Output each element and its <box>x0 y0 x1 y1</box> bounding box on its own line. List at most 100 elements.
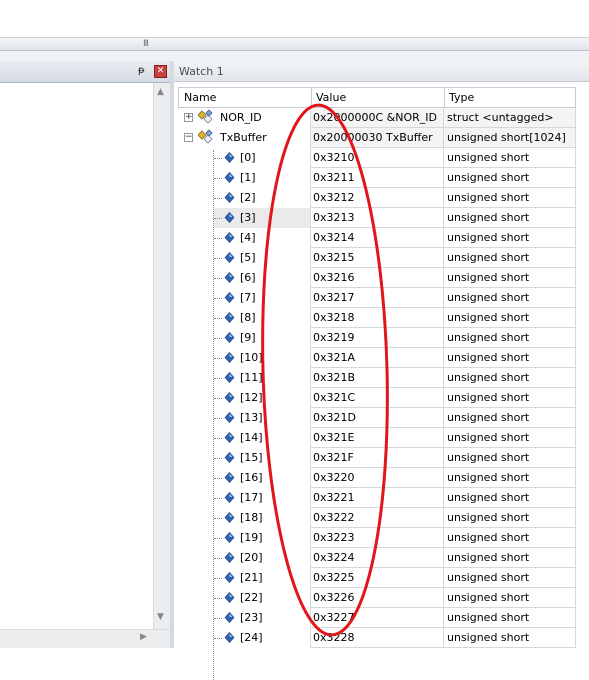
watch-value-cell[interactable]: 0x321F <box>310 448 443 468</box>
element-diamond-icon <box>224 152 235 163</box>
tree-branch-line <box>214 158 222 159</box>
watch-row[interactable]: [19] 0x3223 unsigned short <box>178 528 576 548</box>
watch-row[interactable]: [4] 0x3214 unsigned short <box>178 228 576 248</box>
scroll-down-icon[interactable]: ▼ <box>157 612 164 622</box>
watch-row[interactable]: [1] 0x3211 unsigned short <box>178 168 576 188</box>
watch-value-cell[interactable]: 0x3227 <box>310 608 443 628</box>
watch-value-cell[interactable]: 0x3221 <box>310 488 443 508</box>
watch-value-cell[interactable]: 0x3213 <box>310 208 443 228</box>
watch-value-cell[interactable]: 0x321E <box>310 428 443 448</box>
watch-row[interactable]: [7] 0x3217 unsigned short <box>178 288 576 308</box>
element-index: [19] <box>240 531 263 544</box>
watch-row[interactable]: [16] 0x3220 unsigned short <box>178 468 576 488</box>
element-index: [23] <box>240 611 263 624</box>
watch-value-cell[interactable]: 0x3212 <box>310 188 443 208</box>
watch-value-cell[interactable]: 0x321C <box>310 388 443 408</box>
splitter-grip-icon[interactable]: III <box>143 39 149 49</box>
watch-row[interactable]: [10] 0x321A unsigned short <box>178 348 576 368</box>
watch-row[interactable]: + NOR_ID 0x2000000C &NOR_ID struct <untagge… <box>178 108 576 128</box>
watch-row[interactable]: [3] 0x3213 unsigned short <box>178 208 576 228</box>
column-header-value[interactable]: Value <box>316 91 346 104</box>
element-index: [7] <box>240 291 256 304</box>
pin-icon[interactable]: ᵽ <box>138 65 145 76</box>
watch-value-cell[interactable]: 0x2000000C &NOR_ID <box>310 108 443 128</box>
watch-value-cell[interactable]: 0x3210 <box>310 148 443 168</box>
watch-type-cell: unsigned short <box>443 228 576 248</box>
scroll-up-icon[interactable]: ▲ <box>157 87 164 97</box>
tree-branch-line <box>214 238 222 239</box>
watch-name-cell: [8] <box>178 308 310 328</box>
watch-row[interactable]: [8] 0x3218 unsigned short <box>178 308 576 328</box>
element-index: [4] <box>240 231 256 244</box>
watch-row[interactable]: − TxBuffer 0x20000030 TxBuffer unsigned sho… <box>178 128 576 148</box>
watch-value-cell[interactable]: 0x3214 <box>310 228 443 248</box>
watch-row[interactable]: [9] 0x3219 unsigned short <box>178 328 576 348</box>
column-header-type[interactable]: Type <box>449 91 474 104</box>
left-horizontal-scrollbar[interactable]: ▶ <box>0 629 170 648</box>
watch-row[interactable]: [21] 0x3225 unsigned short <box>178 568 576 588</box>
watch-value-cell[interactable]: 0x3215 <box>310 248 443 268</box>
element-index: [18] <box>240 511 263 524</box>
left-vertical-scrollbar[interactable]: ▲ ▼ <box>153 83 170 629</box>
watch-value-cell[interactable]: 0x3226 <box>310 588 443 608</box>
left-panel-header: ᵽ ✕ <box>0 61 170 83</box>
watch-value-cell[interactable]: 0x3217 <box>310 288 443 308</box>
watch-row[interactable]: [22] 0x3226 unsigned short <box>178 588 576 608</box>
watch-value-cell[interactable]: 0x3218 <box>310 308 443 328</box>
element-diamond-icon <box>224 432 235 443</box>
watch-value-cell[interactable]: 0x3224 <box>310 548 443 568</box>
element-diamond-icon <box>224 332 235 343</box>
watch-row[interactable]: [12] 0x321C unsigned short <box>178 388 576 408</box>
horizontal-splitter[interactable]: III <box>0 37 589 51</box>
variable-name: TxBuffer <box>220 131 267 144</box>
watch-row[interactable]: [18] 0x3222 unsigned short <box>178 508 576 528</box>
watch-row[interactable]: [5] 0x3215 unsigned short <box>178 248 576 268</box>
watch-value-cell[interactable]: 0x321D <box>310 408 443 428</box>
watch-name-cell: [19] <box>178 528 310 548</box>
watch-name-cell: [1] <box>178 168 310 188</box>
element-index: [24] <box>240 631 263 644</box>
watch-row[interactable]: [24] 0x3228 unsigned short <box>178 628 576 648</box>
watch-value-cell[interactable]: 0x3220 <box>310 468 443 488</box>
watch-value-cell[interactable]: 0x3219 <box>310 328 443 348</box>
watch-row[interactable]: [15] 0x321F unsigned short <box>178 448 576 468</box>
watch-type-cell: unsigned short <box>443 468 576 488</box>
scroll-right-icon[interactable]: ▶ <box>140 632 147 642</box>
watch-row[interactable]: [11] 0x321B unsigned short <box>178 368 576 388</box>
watch-name-cell: [12] <box>178 388 310 408</box>
tree-branch-line <box>214 598 222 599</box>
expand-icon[interactable]: + <box>184 113 193 122</box>
watch-row[interactable]: [6] 0x3216 unsigned short <box>178 268 576 288</box>
left-panel-body <box>0 83 153 629</box>
watch-row[interactable]: [13] 0x321D unsigned short <box>178 408 576 428</box>
watch-value-cell[interactable]: 0x20000030 TxBuffer <box>310 128 443 148</box>
watch-type-cell: unsigned short[1024] <box>443 128 576 148</box>
watch-value-cell[interactable]: 0x3228 <box>310 628 443 648</box>
watch-value-cell[interactable]: 0x3223 <box>310 528 443 548</box>
watch-value-cell[interactable]: 0x3225 <box>310 568 443 588</box>
watch-row[interactable]: [20] 0x3224 unsigned short <box>178 548 576 568</box>
tree-branch-line <box>214 378 222 379</box>
tree-branch-line <box>214 178 222 179</box>
tree-branch-line <box>214 438 222 439</box>
watch-value-cell[interactable]: 0x321A <box>310 348 443 368</box>
watch-type-cell: unsigned short <box>443 348 576 368</box>
watch-type-cell: unsigned short <box>443 508 576 528</box>
watch-value-cell[interactable]: 0x3222 <box>310 508 443 528</box>
watch-type-cell: unsigned short <box>443 368 576 388</box>
watch-type-cell: unsigned short <box>443 528 576 548</box>
close-panel-button[interactable]: ✕ <box>154 65 167 78</box>
watch-row[interactable]: [2] 0x3212 unsigned short <box>178 188 576 208</box>
watch-value-cell[interactable]: 0x3211 <box>310 168 443 188</box>
column-header-name[interactable]: Name <box>184 91 216 104</box>
watch-row[interactable]: [0] 0x3210 unsigned short <box>178 148 576 168</box>
watch-window-tab[interactable]: Watch 1 <box>174 61 589 82</box>
collapse-icon[interactable]: − <box>184 133 193 142</box>
watch-value-cell[interactable]: 0x3216 <box>310 268 443 288</box>
watch-row[interactable]: [23] 0x3227 unsigned short <box>178 608 576 628</box>
tree-branch-line <box>214 418 222 419</box>
element-diamond-icon <box>224 232 235 243</box>
watch-value-cell[interactable]: 0x321B <box>310 368 443 388</box>
watch-row[interactable]: [17] 0x3221 unsigned short <box>178 488 576 508</box>
watch-row[interactable]: [14] 0x321E unsigned short <box>178 428 576 448</box>
